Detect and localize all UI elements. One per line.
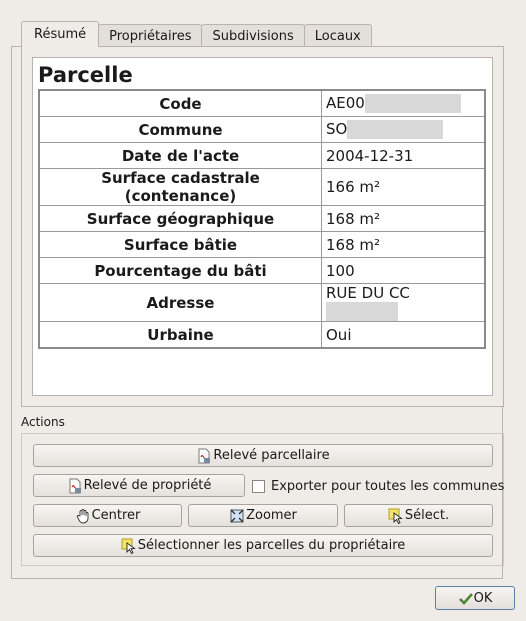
row-label: Surface géographique bbox=[38, 205, 322, 232]
zoomer-label: Zoomer bbox=[246, 508, 297, 523]
row-label: Commune bbox=[38, 116, 322, 143]
ok-label: OK bbox=[473, 590, 493, 606]
row-value-text: Oui bbox=[326, 325, 352, 344]
row-value: AE00 bbox=[321, 89, 486, 117]
row-label: Adresse bbox=[38, 283, 322, 322]
selectionner-parcelles-proprietaire-button[interactable]: Sélectionner les parcelles du propriétai… bbox=[33, 534, 493, 557]
table-row: Adresse RUE DU CC bbox=[38, 283, 486, 322]
row-value-text: 168 m² bbox=[326, 209, 381, 228]
table-row: Surface bâtie 168 m² bbox=[38, 231, 486, 258]
pdf-document-icon bbox=[196, 448, 212, 464]
tab-bar: Résumé Propriétaires Subdivisions Locaux bbox=[21, 21, 372, 47]
row-value: RUE DU CC bbox=[321, 283, 486, 322]
pdf-document-icon bbox=[67, 478, 83, 494]
table-row: Commune SO bbox=[38, 116, 486, 143]
zoomer-button[interactable]: Zoomer bbox=[188, 504, 338, 527]
export-all-communes-option[interactable]: Exporter pour toutes les communes bbox=[252, 477, 504, 495]
tab-subdivisions[interactable]: Subdivisions bbox=[201, 24, 305, 47]
row-value-text: 166 m² bbox=[326, 178, 381, 196]
centrer-label: Centrer bbox=[91, 508, 141, 523]
export-all-communes-checkbox[interactable] bbox=[252, 479, 265, 493]
tab-proprietaires[interactable]: Propriétaires bbox=[98, 24, 203, 47]
row-value: 2004-12-31 bbox=[321, 142, 486, 169]
select-arrow-icon bbox=[388, 508, 404, 524]
row-value: Oui bbox=[321, 321, 486, 349]
tab-resume[interactable]: Résumé bbox=[21, 21, 100, 47]
table-row: Urbaine Oui bbox=[38, 321, 486, 349]
select-button[interactable]: Sélect. bbox=[344, 504, 493, 527]
row-label: Surface cadastrale (contenance) bbox=[38, 168, 322, 206]
table-row: Pourcentage du bâti 100 bbox=[38, 257, 486, 284]
releve-propriete-button[interactable]: Relevé de propriété bbox=[33, 474, 245, 497]
table-row: Surface cadastrale (contenance) 166 m² bbox=[38, 168, 486, 206]
releve-propriete-label: Relevé de propriété bbox=[83, 478, 212, 493]
select-label: Sélect. bbox=[404, 508, 450, 523]
pan-hand-icon bbox=[75, 508, 91, 524]
actions-group-label: Actions bbox=[21, 415, 65, 429]
row-value-text: 2004-12-31 bbox=[326, 146, 414, 165]
releve-parcellaire-button[interactable]: Relevé parcellaire bbox=[33, 444, 493, 467]
row-value-text: RUE DU CC bbox=[326, 284, 410, 302]
row-value-text: 168 m² bbox=[326, 235, 381, 254]
redacted-block bbox=[347, 120, 444, 139]
parcel-info-view[interactable]: Parcelle Code AE00 Commune SO Date de l'acte… bbox=[32, 57, 493, 396]
select-arrow-icon bbox=[121, 538, 137, 554]
tab-locaux[interactable]: Locaux bbox=[303, 24, 372, 47]
redacted-block bbox=[326, 302, 398, 321]
row-value: 166 m² bbox=[321, 168, 486, 206]
centrer-button[interactable]: Centrer bbox=[33, 504, 182, 527]
ok-button[interactable]: OK bbox=[435, 586, 515, 610]
releve-parcellaire-label: Relevé parcellaire bbox=[213, 448, 330, 463]
export-all-communes-label: Exporter pour toutes les communes bbox=[271, 478, 505, 494]
redacted-block bbox=[364, 94, 461, 113]
table-row: Date de l'acte 2004-12-31 bbox=[38, 142, 486, 169]
row-value: SO bbox=[321, 116, 486, 143]
row-label: Code bbox=[38, 89, 322, 117]
parcel-title: Parcelle bbox=[38, 63, 133, 87]
row-value: 100 bbox=[321, 257, 486, 284]
row-label: Surface bâtie bbox=[38, 231, 322, 258]
ok-check-icon bbox=[458, 590, 474, 606]
row-label: Pourcentage du bâti bbox=[38, 257, 322, 284]
row-label: Urbaine bbox=[38, 321, 322, 349]
parcel-info-table: Code AE00 Commune SO Date de l'acte 2004-12-3… bbox=[38, 89, 486, 349]
row-value: 168 m² bbox=[321, 205, 486, 232]
row-value-text: SO bbox=[326, 120, 348, 138]
selectionner-parcelles-label: Sélectionner les parcelles du propriétai… bbox=[137, 538, 406, 553]
row-value: 168 m² bbox=[321, 231, 486, 258]
row-value-text: 100 bbox=[326, 261, 355, 280]
row-label: Date de l'acte bbox=[38, 142, 322, 169]
zoom-extent-icon bbox=[229, 508, 245, 524]
table-row: Surface géographique 168 m² bbox=[38, 205, 486, 232]
row-value-text: AE00 bbox=[326, 94, 365, 112]
table-row: Code AE00 bbox=[38, 89, 486, 117]
